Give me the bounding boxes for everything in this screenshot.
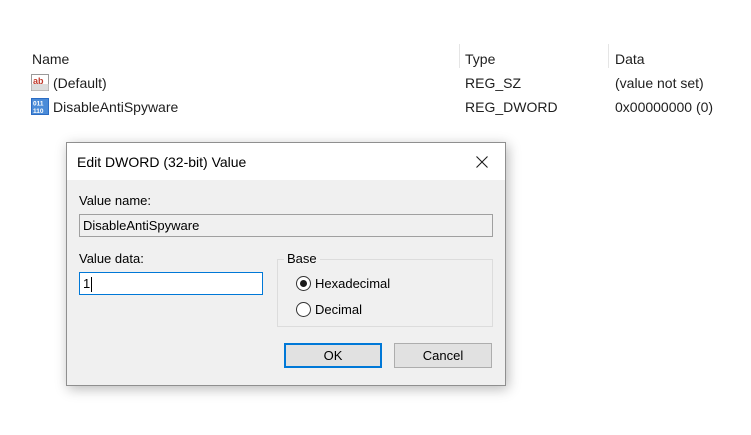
registry-row-type: REG_DWORD [465, 99, 558, 115]
registry-row-data: (value not set) [615, 75, 704, 91]
registry-row-name: DisableAntiSpyware [53, 99, 179, 115]
value-name-field[interactable]: DisableAntiSpyware [79, 214, 493, 237]
cancel-button[interactable]: Cancel [394, 343, 492, 368]
registry-row-name: (Default) [53, 75, 107, 91]
registry-row-data: 0x00000000 (0) [615, 99, 714, 115]
column-header-type[interactable]: Type [459, 44, 495, 70]
value-data-text: 1 [83, 276, 91, 291]
value-name-label: Value name: [79, 193, 152, 208]
value-data-input[interactable]: 1 [79, 272, 263, 295]
registry-row-type: REG_SZ [465, 75, 522, 91]
ok-button[interactable]: OK [284, 343, 382, 368]
base-groupbox: Base Hexadecimal Decimal [277, 251, 493, 327]
radio-button-checked[interactable] [296, 275, 311, 291]
radio-label-hexadecimal: Hexadecimal [315, 275, 391, 291]
value-name-text: DisableAntiSpyware [83, 218, 200, 233]
edit-dword-dialog: Edit DWORD (32-bit) Value Value name: Di… [66, 142, 506, 386]
text-cursor [91, 277, 93, 293]
registry-row-default[interactable]: ab (Default) REG_SZ (value not set) [0, 71, 751, 95]
close-icon [476, 155, 488, 168]
column-header-data[interactable]: Data [609, 44, 645, 70]
radio-hexadecimal[interactable]: Hexadecimal [296, 274, 390, 292]
radio-decimal[interactable]: Decimal [296, 300, 362, 318]
dialog-title: Edit DWORD (32-bit) Value [77, 154, 247, 170]
svg-text:011: 011 [33, 101, 44, 108]
svg-text:110: 110 [33, 108, 44, 115]
base-group-label: Base [284, 251, 320, 266]
radio-label-decimal: Decimal [315, 301, 362, 317]
dialog-titlebar[interactable]: Edit DWORD (32-bit) Value [67, 143, 505, 180]
string-value-icon: ab [31, 74, 49, 91]
column-header-name[interactable]: Name [26, 44, 69, 70]
registry-row-disableantispyware[interactable]: 011 110 DisableAntiSpyware REG_DWORD 0x0… [0, 95, 751, 119]
svg-text:ab: ab [33, 76, 44, 86]
registry-list-header: Name Type Data [0, 44, 751, 70]
value-data-label: Value data: [79, 251, 144, 266]
dword-value-icon: 011 110 [31, 98, 49, 115]
close-button[interactable] [459, 143, 505, 180]
radio-button-unchecked[interactable] [296, 301, 311, 317]
